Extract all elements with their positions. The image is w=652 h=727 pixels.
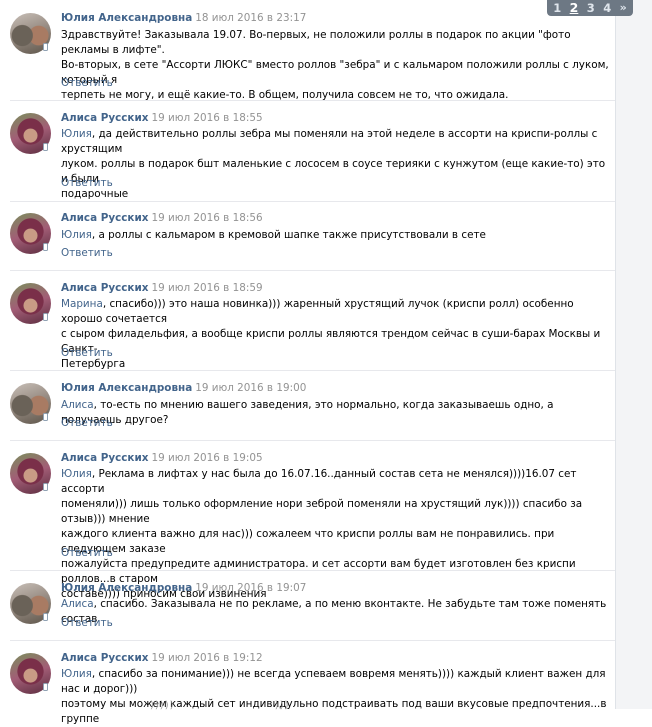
- mobile-online-icon: [43, 483, 48, 491]
- comment-text-line: с сыром филадельфия, а вообще криспи рол…: [61, 328, 601, 355]
- author-name-link[interactable]: Алиса Русских: [61, 452, 148, 464]
- comment-header: Алиса Русских 19 июл 2016 в 19:12: [61, 652, 263, 664]
- comment-text-line: Юлия, спасибо за понимание))) не всегда …: [61, 668, 606, 695]
- comment-divider: [10, 640, 615, 641]
- reply-link[interactable]: Ответить: [61, 77, 113, 89]
- comment-header: Алиса Русских 19 июл 2016 в 18:55: [61, 112, 263, 124]
- comment-date-link[interactable]: 19 июл 2016 в 19:05: [151, 452, 262, 464]
- comment-divider: [10, 100, 615, 101]
- comment-text-line: Юлия, а роллы с кальмаром в кремовой шап…: [61, 229, 486, 241]
- comment-text-line: подарочные: [61, 188, 129, 200]
- reply-link[interactable]: Ответить: [61, 177, 113, 189]
- reply-link[interactable]: Ответить: [61, 547, 113, 559]
- comment-header: Юлия Александровна 18 июл 2016 в 23:17: [61, 12, 306, 24]
- author-name-link[interactable]: Алиса Русских: [61, 212, 148, 224]
- comment-divider: [10, 201, 615, 202]
- comment-divider: [10, 370, 615, 371]
- comment-text-line: Юлия, да действительно роллы зебра мы по…: [61, 128, 598, 155]
- reply-link[interactable]: Ответить: [61, 617, 113, 629]
- page-link-3[interactable]: 3: [587, 0, 595, 16]
- mention-link[interactable]: Алиса: [61, 399, 94, 411]
- comment-text-line: поэтому мы можем каждый сет индивидульно…: [61, 698, 607, 725]
- reply-link[interactable]: Ответить: [61, 247, 113, 259]
- comment-text: Алиса, то-есть по мнению вашего заведени…: [61, 398, 609, 428]
- comment-divider: [10, 270, 615, 271]
- comment-text-line: Во-вторых, в сете "Ассорти ЛЮКС" вместо …: [61, 59, 609, 86]
- comment-text-line: Алиса, спасибо. Заказывала не по рекламе…: [61, 598, 607, 625]
- mobile-online-icon: [43, 613, 48, 621]
- comment-text: Юлия, да действительно роллы зебра мы по…: [61, 127, 609, 202]
- mention-link[interactable]: Марина: [61, 298, 103, 310]
- comment-text-line: Марина, спасибо))) это наша новинка))) ж…: [61, 298, 574, 325]
- comment-text-line: поменяли))) лишь только оформление нори …: [61, 498, 583, 525]
- comment-text-line: Здравствуйте! Заказывала 19.07. Во-первы…: [61, 29, 571, 56]
- comment-text-line: Алиса, то-есть по мнению вашего заведени…: [61, 399, 554, 426]
- comment-divider: [10, 570, 615, 571]
- comment-date-link[interactable]: 19 июл 2016 в 19:12: [151, 652, 262, 664]
- next-page-arrow[interactable]: »: [620, 0, 627, 16]
- reply-link[interactable]: Ответить: [61, 417, 113, 429]
- author-name-link[interactable]: Алиса Русских: [61, 112, 148, 124]
- reply-link[interactable]: Ответить: [61, 347, 113, 359]
- comment-header: Алиса Русских 19 июл 2016 в 18:59: [61, 282, 263, 294]
- mobile-online-icon: [43, 413, 48, 421]
- comment-text-line: Юлия, Реклама в лифтах у нас была до 16.…: [61, 468, 577, 495]
- author-name-link[interactable]: Алиса Русских: [61, 282, 148, 294]
- comment-date-link[interactable]: 19 июл 2016 в 18:55: [151, 112, 262, 124]
- pagination: 1 2 3 4 »: [547, 0, 633, 16]
- mobile-online-icon: [43, 243, 48, 251]
- author-name-link[interactable]: Юлия Александровна: [61, 382, 192, 394]
- comment-header: Юлия Александровна 19 июл 2016 в 19:07: [61, 582, 306, 594]
- comment-text: Юлия, спасибо за понимание))) не всегда …: [61, 667, 609, 727]
- comment-text: Алиса, спасибо. Заказывала не по рекламе…: [61, 597, 609, 627]
- comment-date-link[interactable]: 19 июл 2016 в 19:07: [195, 582, 306, 594]
- comment-header: Алиса Русских 19 июл 2016 в 18:56: [61, 212, 263, 224]
- comment-text-line: каждого клиента важно для нас))) сожалее…: [61, 528, 555, 555]
- mobile-online-icon: [43, 313, 48, 321]
- mobile-online-icon: [43, 143, 48, 151]
- mention-link[interactable]: Юлия: [61, 229, 92, 241]
- content-border: [615, 0, 616, 709]
- comment-text: Марина, спасибо))) это наша новинка))) ж…: [61, 297, 609, 372]
- comment-header: Юлия Александровна 19 июл 2016 в 19:00: [61, 382, 306, 394]
- page-link-4[interactable]: 4: [603, 0, 611, 16]
- mobile-online-icon: [43, 683, 48, 691]
- author-name-link[interactable]: Юлия Александровна: [61, 12, 192, 24]
- mobile-online-icon: [43, 43, 48, 51]
- page-link-1[interactable]: 1: [553, 0, 561, 16]
- comment-text: Здравствуйте! Заказывала 19.07. Во-первы…: [61, 28, 609, 103]
- comment-date-link[interactable]: 19 июл 2016 в 18:59: [151, 282, 262, 294]
- page-link-2-current[interactable]: 2: [570, 0, 579, 16]
- author-name-link[interactable]: Алиса Русских: [61, 652, 148, 664]
- mention-link[interactable]: Юлия: [61, 668, 92, 680]
- comment-divider: [10, 440, 615, 441]
- comment-date-link[interactable]: 19 июл 2016 в 18:56: [151, 212, 262, 224]
- author-name-link[interactable]: Юлия Александровна: [61, 582, 192, 594]
- mention-link[interactable]: Юлия: [61, 128, 92, 140]
- comment-date-link[interactable]: 18 июл 2016 в 23:17: [195, 12, 306, 24]
- comment-header: Алиса Русских 19 июл 2016 в 19:05: [61, 452, 263, 464]
- comment-text: Юлия, а роллы с кальмаром в кремовой шап…: [61, 228, 609, 243]
- mention-link[interactable]: Юлия: [61, 468, 92, 480]
- right-panel-background: [616, 0, 652, 709]
- mention-link[interactable]: Алиса: [61, 598, 94, 610]
- clipped-text-line: ))))) ))): [150, 700, 290, 711]
- comment-text-line: луком. роллы в подарок бшт маленькие с л…: [61, 158, 606, 185]
- comment-date-link[interactable]: 19 июл 2016 в 19:00: [195, 382, 306, 394]
